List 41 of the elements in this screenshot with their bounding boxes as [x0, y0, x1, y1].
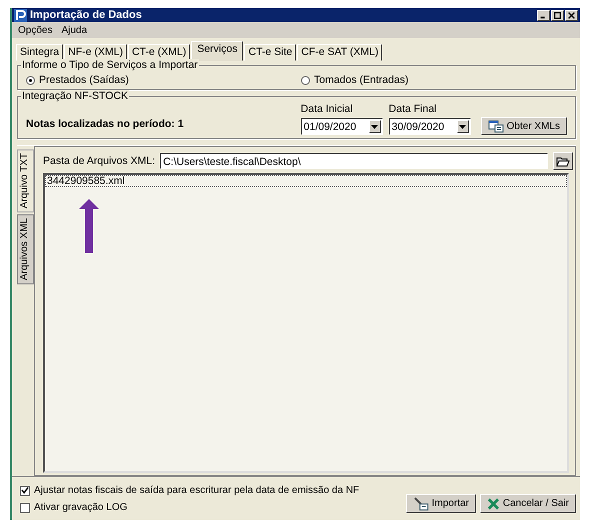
cancel-button[interactable]: Cancelar / Sair	[480, 494, 576, 513]
fetch-button[interactable]: Obter XMLs	[480, 117, 567, 135]
menu-item[interactable]: Opções	[18, 24, 52, 36]
checkbox-option[interactable]: Ajustar notas fiscais de saída para escriturar pela data de emissão da NF	[20, 485, 360, 496]
group-title: Informe o Tipo de Serviços a Importar	[21, 59, 199, 71]
file-item[interactable]: 3442909585.xml	[45, 175, 567, 187]
document-icon	[413, 496, 429, 510]
field-label: Pasta de Arquivos XML:	[43, 155, 156, 167]
date-dropdown[interactable]: 01/09/2020	[300, 118, 383, 135]
date-dropdown[interactable]: 30/09/2020	[388, 118, 471, 135]
checkbox-option[interactable]: Ativar gravação LOG	[20, 502, 360, 513]
app-logo-icon	[14, 8, 27, 22]
field-label: Data Final	[388, 103, 438, 115]
radio-option[interactable]: Tomados (Entradas)	[301, 74, 576, 86]
close-icon	[567, 10, 576, 20]
tab[interactable]: CT-e Site	[244, 44, 296, 61]
browse-folder-button[interactable]	[553, 152, 573, 170]
caret-icon	[459, 124, 466, 128]
caret-icon	[371, 124, 378, 128]
cross-icon	[487, 496, 500, 510]
import-button[interactable]: Importar	[406, 494, 476, 513]
status-text: Notas localizadas no período: 1	[26, 118, 185, 132]
check-icon	[21, 486, 29, 495]
radio-option[interactable]: Prestados (Saídas)	[26, 74, 301, 86]
field-label: Data Inicial	[300, 103, 354, 115]
tab[interactable]: Sintegra	[16, 44, 64, 61]
maximize-icon	[553, 10, 562, 20]
tab[interactable]: Arquivos XML	[17, 214, 34, 285]
folder-field[interactable]: C:\Users\teste.fiscal\Desktop\	[160, 153, 548, 169]
minimize-button[interactable]	[537, 10, 550, 20]
tab[interactable]: Serviços	[191, 41, 244, 61]
windows-icon	[488, 120, 504, 132]
maximize-button[interactable]	[551, 10, 564, 20]
up-arrow-icon	[79, 199, 99, 253]
close-button[interactable]	[565, 10, 578, 20]
tab[interactable]: CF-e SAT (XML)	[297, 44, 382, 61]
folder-icon	[556, 156, 570, 166]
tab[interactable]: Arquivo TXT	[17, 149, 34, 212]
menu-item[interactable]: Ajuda	[61, 24, 88, 36]
window-title: Importação de Dados	[30, 9, 143, 21]
group-title: Integração NF-STOCK	[21, 90, 130, 102]
